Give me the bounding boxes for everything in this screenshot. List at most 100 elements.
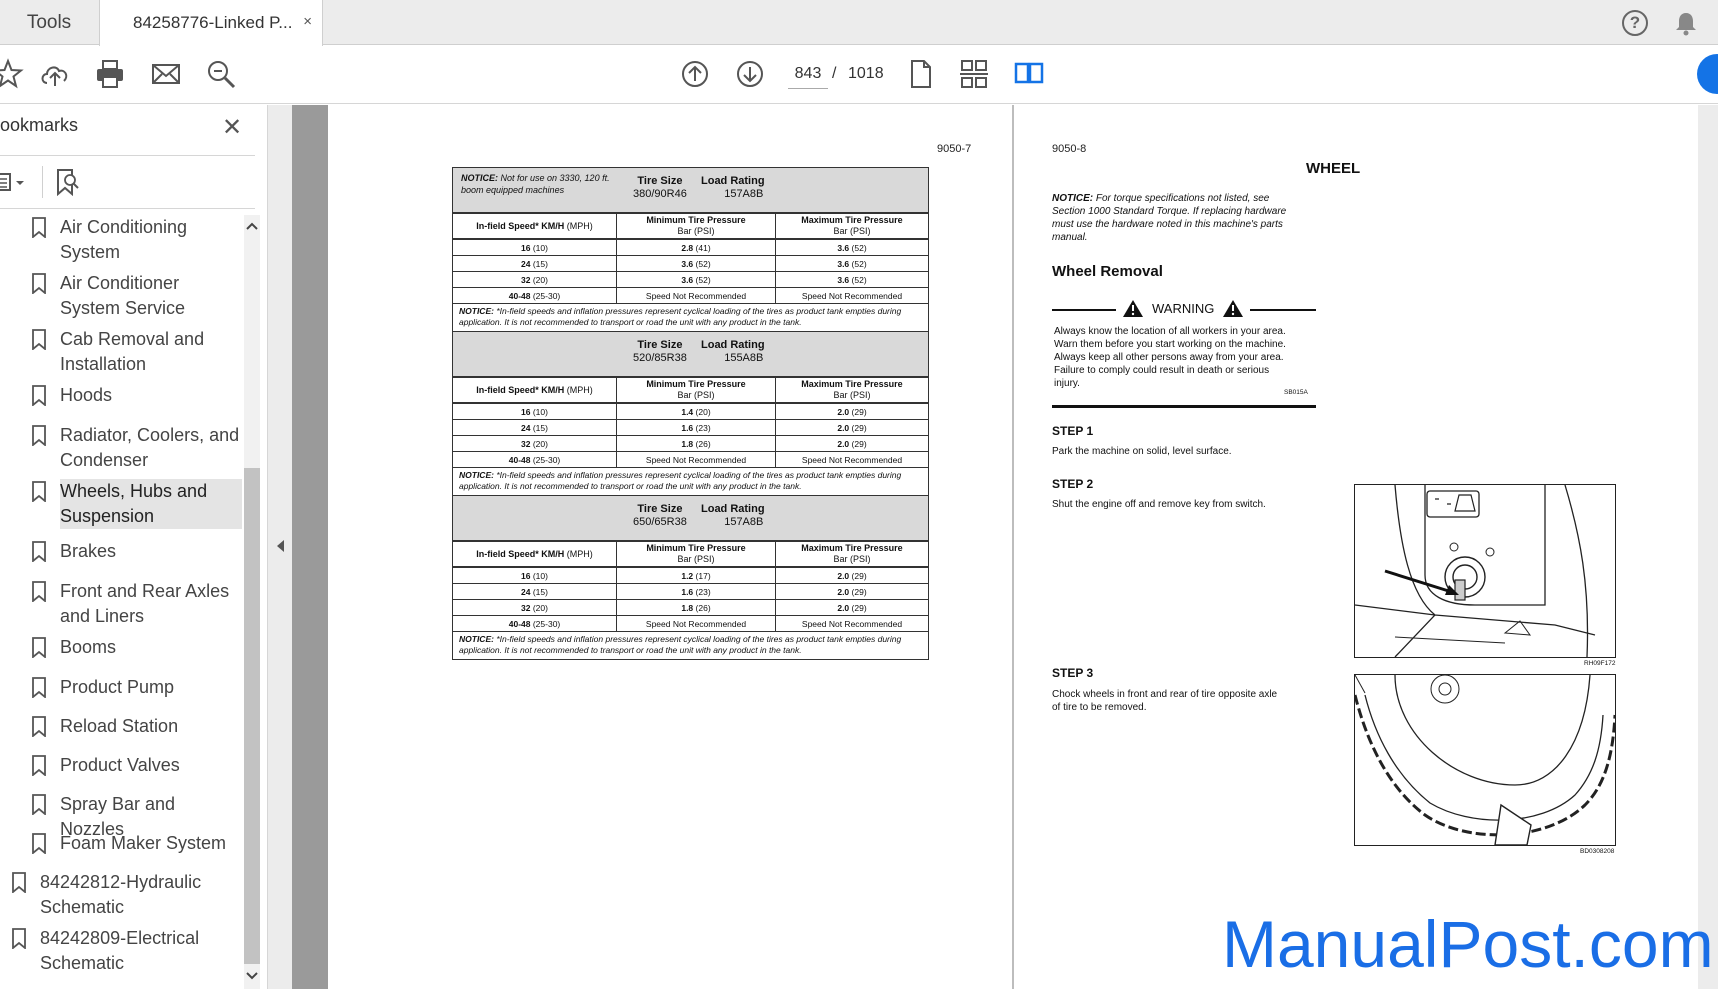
bookmark-icon (32, 637, 46, 658)
table-footnote: NOTICE: *In-field speeds and inflation p… (453, 304, 928, 331)
tab-document[interactable]: 84258776-Linked P... × (99, 0, 323, 46)
bookmark-label-line: Radiator, Coolers, and (60, 425, 240, 445)
close-panel-icon[interactable]: ✕ (222, 113, 242, 142)
next-page-icon[interactable] (732, 56, 768, 92)
wheel-chock-drawing (1353, 674, 1617, 846)
bookmark-item[interactable]: Radiator, Coolers, and Condenser (0, 423, 242, 473)
wheel-removal-title: Wheel Removal (1052, 263, 1163, 280)
help-icon[interactable]: ? (1622, 10, 1648, 36)
bookmark-item[interactable]: Front and Rear Axles and Liners (0, 579, 242, 629)
table-row: 32 (20) 1.8 (26) 2.0 (29) (453, 436, 928, 452)
bookmarks-panel: ookmarks ✕ Air Conditioning System Air Con… (0, 105, 268, 989)
two-page-view-icon[interactable] (1011, 56, 1047, 92)
bookmark-item[interactable]: Cab Removal and Installation (0, 327, 242, 377)
bookmark-list: Air Conditioning System Air Conditioner Sys… (0, 217, 242, 989)
bookmark-item[interactable]: Air Conditioning System (0, 215, 242, 265)
table-row: 24 (15) 3.6 (52) 3.6 (52) (453, 256, 928, 272)
max-pressure-value: Speed Not Recommended (801, 618, 903, 629)
speed-mph: (25-30) (530, 454, 561, 465)
speed-col-header: In-field Speed* KM/H (MPH) (453, 378, 617, 402)
bookmark-item[interactable]: 84242809-Electrical Schematic (0, 926, 242, 976)
bookmark-item[interactable]: 84242812-Hydraulic Schematic (0, 870, 242, 920)
max-col-header: Maximum Tire Pressure Bar (PSI) (776, 214, 928, 238)
tire-size-cell: Tire Size 380/90R46 (633, 175, 687, 201)
ignition-switch-figure (1354, 484, 1616, 658)
warning-rule-left (1052, 309, 1116, 311)
single-page-view-icon[interactable] (902, 56, 938, 92)
warning-line: injury. (1054, 378, 1080, 389)
collapse-panel-icon[interactable] (277, 540, 284, 552)
tire-size-value: 650/65R38 (633, 516, 687, 528)
table-header: Tire Size 650/65R38 Load Rating 157A8B (453, 496, 928, 542)
bookmark-item[interactable]: Foam Maker System (0, 831, 242, 856)
bookmark-item[interactable]: Spray Bar and Nozzles (0, 792, 242, 839)
min-pressure-cell: 1.4 (20) (617, 404, 776, 419)
star-icon[interactable] (0, 56, 26, 92)
load-rating-cell: Load Rating 155A8B (701, 339, 765, 365)
upload-cloud-icon[interactable] (37, 56, 73, 92)
options-menu-icon[interactable] (0, 170, 30, 194)
page-number-input[interactable]: 843 (788, 59, 828, 89)
bookmark-label-line: Air Conditioner (60, 273, 180, 293)
bookmark-item[interactable]: Booms (0, 635, 242, 660)
left-page-number: 9050-7 (937, 143, 972, 155)
notification-bell-icon[interactable] (1673, 10, 1699, 36)
table-footnote: NOTICE: *In-field speeds and inflation p… (453, 632, 928, 659)
min-pressure-psi: (41) (693, 242, 711, 253)
bookmark-item[interactable]: Reload Station (0, 714, 242, 739)
scroll-up-icon[interactable] (244, 219, 260, 233)
bookmark-item[interactable]: Air Conditioner System Service (0, 271, 242, 321)
sidebar-scroll-thumb[interactable] (244, 468, 260, 964)
bookmarks-toolbar (0, 155, 255, 209)
max-pressure-value: Speed Not Recommended (801, 454, 903, 465)
step-1-text: Park the machine on solid, level surface… (1052, 446, 1232, 457)
tab-close-icon[interactable]: × (303, 13, 312, 30)
previous-page-icon[interactable] (677, 56, 713, 92)
bookmark-label: Reload Station (60, 714, 242, 739)
max-pressure-psi: (29) (849, 586, 867, 597)
speed-mph: (15) (530, 422, 548, 433)
speed-mph: (10) (530, 406, 548, 417)
min-pressure-psi: (20) (693, 406, 711, 417)
footnote-text: *In-field speeds and inflation pressures… (459, 470, 902, 491)
min-pressure-value: 1.6 (681, 586, 694, 597)
bookmark-icon (32, 329, 46, 350)
min-col-label: Minimum Tire Pressure (646, 379, 746, 389)
footnote-bold: NOTICE: (459, 306, 494, 316)
torque-notice-line-4: manual. (1052, 232, 1088, 243)
max-col-unit: Bar (PSI) (833, 226, 871, 236)
tab-tools[interactable]: Tools (0, 0, 98, 45)
table-row: 32 (20) 1.8 (26) 2.0 (29) (453, 600, 928, 616)
speed-mph: (15) (530, 258, 548, 269)
bookmark-label-line: Reload Station (60, 716, 179, 736)
warning-rule-right (1250, 309, 1316, 311)
table-row: 40-48 (25-30) Speed Not Recommended Speed … (453, 452, 928, 468)
bookmark-item[interactable]: Hoods (0, 383, 242, 408)
bookmark-label-line: Air Conditioning (60, 217, 188, 237)
add-bookmark-icon[interactable] (56, 168, 80, 196)
bookmark-item[interactable]: Brakes (0, 539, 242, 564)
print-icon[interactable] (92, 56, 128, 92)
bookmark-item[interactable]: Product Valves (0, 753, 242, 778)
bookmark-item[interactable]: Wheels, Hubs and Suspension (0, 479, 242, 529)
max-pressure-value: 2.0 (837, 570, 850, 581)
zoom-search-icon[interactable] (203, 56, 239, 92)
email-icon[interactable] (148, 56, 184, 92)
max-pressure-cell: 2.0 (29) (776, 420, 928, 435)
page-separator: / (832, 65, 837, 82)
max-pressure-psi: (52) (849, 242, 867, 253)
min-pressure-value: Speed Not Recommended (645, 618, 747, 629)
min-col-label: Minimum Tire Pressure (646, 543, 746, 553)
bookmark-item[interactable]: Product Pump (0, 675, 242, 700)
scroll-mode-icon[interactable] (956, 56, 992, 92)
bookmark-label-line: Hoods (60, 385, 113, 405)
bookmark-label-line: System (60, 242, 121, 262)
scroll-down-icon[interactable] (244, 969, 260, 983)
warning-label: WARNING (1152, 301, 1215, 316)
min-col-header: Minimum Tire Pressure Bar (PSI) (617, 378, 776, 402)
speed-cell: 16 (10) (453, 240, 617, 255)
bookmark-icon (32, 833, 46, 854)
tire-size-label: Tire Size (637, 339, 683, 351)
section-heading: WHEEL (1306, 160, 1361, 177)
table-row: 24 (15) 1.6 (23) 2.0 (29) (453, 420, 928, 436)
